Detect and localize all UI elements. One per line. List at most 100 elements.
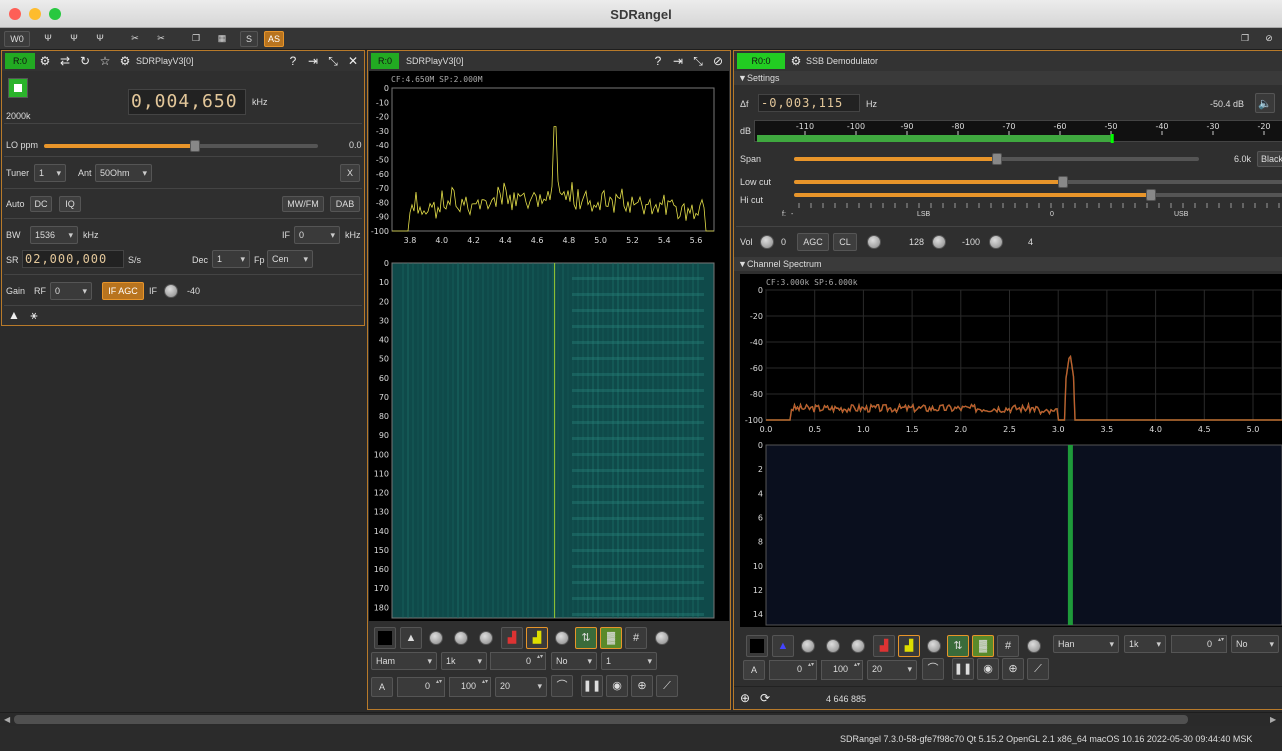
feature-settings-icon[interactable]: ✂ xyxy=(151,31,171,47)
speaker-icon[interactable]: 🔈 xyxy=(1255,93,1275,113)
scroll-left-icon[interactable]: ◀ xyxy=(4,715,10,724)
gradient-icon[interactable]: ▲ xyxy=(772,635,794,657)
fps-select[interactable]: 20 xyxy=(867,660,917,680)
gear-icon[interactable]: ⚙ xyxy=(788,53,804,69)
range-spin[interactable]: 100 xyxy=(449,677,491,697)
decay-knob[interactable] xyxy=(801,639,815,653)
add-rx-device-icon[interactable]: Ψ xyxy=(38,31,58,47)
range-spin[interactable]: 100 xyxy=(821,660,863,680)
volume-knob[interactable] xyxy=(760,235,774,249)
broadcast-icon[interactable]: ◉ xyxy=(977,658,999,680)
fc-pos-select[interactable]: Cen xyxy=(267,250,313,268)
stroke-knob[interactable] xyxy=(479,631,493,645)
if-agc-button[interactable]: IF AGC xyxy=(102,282,144,300)
waterfall-icon[interactable]: ⇅ xyxy=(947,635,969,657)
agc-button[interactable]: AGC xyxy=(797,233,829,251)
star-icon[interactable]: ☆ xyxy=(97,53,113,69)
add-tx-device-icon[interactable]: Ψ xyxy=(64,31,84,47)
fft-size-select[interactable]: 1k xyxy=(1124,635,1166,653)
horizontal-scrollbar[interactable]: ◀ ▶ xyxy=(0,712,1282,726)
averaging-select[interactable]: 1 xyxy=(601,652,657,670)
span-slider[interactable] xyxy=(794,153,1199,165)
grid-icon[interactable]: # xyxy=(997,635,1019,657)
lo-ppm-slider[interactable] xyxy=(44,140,318,152)
fft-overlap-spin[interactable]: 0 xyxy=(1171,635,1227,653)
swap-icon[interactable]: ⇄ xyxy=(57,53,73,69)
pause-icon[interactable]: ❚❚ xyxy=(581,675,603,697)
crosshair-icon[interactable]: ⊕ xyxy=(631,675,653,697)
black-button[interactable]: Black xyxy=(1257,151,1282,167)
antenna-select[interactable]: 50Ohm xyxy=(95,164,152,182)
tuner-select[interactable]: 1 xyxy=(34,164,66,182)
decay-knob[interactable] xyxy=(429,631,443,645)
histogram-icon[interactable]: ▓ xyxy=(600,627,622,649)
if-select[interactable]: 0 xyxy=(294,226,340,244)
agc-clamp-button[interactable]: CL xyxy=(833,233,857,251)
linear-scale-icon[interactable]: ⌒ xyxy=(922,658,944,680)
histogram-icon[interactable]: ▓ xyxy=(972,635,994,657)
auto-scale-button[interactable]: A xyxy=(743,660,765,680)
hide-icon[interactable]: ⊘ xyxy=(710,53,726,69)
spectrum-icon[interactable]: ▲ xyxy=(6,307,22,323)
trace-intensity-knob[interactable] xyxy=(927,639,941,653)
fft-window-select[interactable]: Ham xyxy=(371,652,437,670)
cascade-windows-icon[interactable]: ❐ xyxy=(186,31,206,47)
hi-cut-slider[interactable] xyxy=(794,189,1282,201)
if-gain-knob[interactable] xyxy=(164,284,178,298)
broadcast-icon[interactable]: ◉ xyxy=(606,675,628,697)
add-feature-icon[interactable]: ✂ xyxy=(125,31,145,47)
low-cut-slider[interactable] xyxy=(794,176,1282,188)
shrink-icon[interactable]: ⤡ xyxy=(690,53,706,69)
ruler-icon[interactable]: ⟋ xyxy=(656,675,678,697)
channel-spectrum-display[interactable]: 0 -20 -40 -60 -80 -100 0.0 0.5 1.0 1.5 2.0 2.5 3.0 3.… xyxy=(740,274,1282,627)
grid-intensity-knob[interactable] xyxy=(655,631,669,645)
crosshair-icon[interactable]: ⊕ xyxy=(1002,658,1024,680)
ref-level-spin[interactable]: 0 xyxy=(769,660,817,680)
scroll-right-icon[interactable]: ▶ xyxy=(1270,715,1276,724)
averaging-mode-select[interactable]: No xyxy=(551,652,597,670)
fill-color-icon[interactable] xyxy=(746,635,768,657)
x-button[interactable]: X xyxy=(340,164,360,182)
dc-correction-button[interactable]: DC xyxy=(30,196,52,212)
agc-threshold-knob[interactable] xyxy=(989,235,1003,249)
move-icon[interactable]: ⇥ xyxy=(305,53,321,69)
reload-icon[interactable]: ↻ xyxy=(77,53,93,69)
mw-fm-notch-button[interactable]: MW/FM xyxy=(282,196,324,212)
help-icon[interactable]: ? xyxy=(650,53,666,69)
grid-intensity-knob[interactable] xyxy=(1027,639,1041,653)
rf-gain-select[interactable]: 0 xyxy=(50,282,92,300)
iq-correction-button[interactable]: IQ xyxy=(59,196,81,212)
fps-select[interactable]: 20 xyxy=(495,677,547,697)
undock-icon[interactable]: ❐ xyxy=(1236,31,1254,47)
frequency-offset-dial[interactable]: -0,003,115 xyxy=(758,94,860,112)
agc-power-knob[interactable] xyxy=(932,235,946,249)
add-channel-icon[interactable]: ⊕ xyxy=(737,690,753,706)
center-frequency-dial[interactable]: 0,004,650 xyxy=(128,89,246,115)
bandwidth-select[interactable]: 1536 xyxy=(30,226,78,244)
ruler-icon[interactable]: ⟋ xyxy=(1027,658,1049,680)
current-trace-icon[interactable]: ▟ xyxy=(526,627,548,649)
decay-divisor-knob[interactable] xyxy=(454,631,468,645)
shrink-icon[interactable]: ⤡ xyxy=(325,53,341,69)
add-mimo-device-icon[interactable]: Ψ xyxy=(90,31,110,47)
agc-time-knob[interactable] xyxy=(867,235,881,249)
workspace-button[interactable]: W0 xyxy=(4,31,30,47)
max-hold-icon[interactable]: ▟ xyxy=(873,635,895,657)
hide-icon[interactable]: ⊘ xyxy=(1260,31,1278,47)
start-stop-button[interactable] xyxy=(8,78,28,98)
help-icon[interactable]: ? xyxy=(285,53,301,69)
gradient-icon[interactable]: ▲ xyxy=(400,627,422,649)
channel-add-icon[interactable]: ⚹ xyxy=(26,307,42,323)
dab-notch-button[interactable]: DAB xyxy=(330,196,360,212)
fft-size-select[interactable]: 1k xyxy=(441,652,487,670)
tile-windows-icon[interactable]: ▦ xyxy=(212,31,232,47)
spectrum-display[interactable]: 0 -10 -20 -30 -40 -50 -60 -70 -80 -90 -100 3.8 4.0 4.… xyxy=(369,71,729,621)
current-trace-icon[interactable]: ▟ xyxy=(898,635,920,657)
channel-spectrum-rollup[interactable]: ▼ Channel Spectrum xyxy=(734,257,1282,271)
settings-rollup[interactable]: ▼ Settings xyxy=(734,71,1282,85)
sample-rate-dial[interactable]: 02,000,000 xyxy=(22,250,124,268)
fft-overlap-spin[interactable]: 0 xyxy=(490,652,546,670)
max-hold-icon[interactable]: ▟ xyxy=(501,627,523,649)
refresh-icon[interactable]: ⟳ xyxy=(757,690,773,706)
trace-intensity-knob[interactable] xyxy=(555,631,569,645)
